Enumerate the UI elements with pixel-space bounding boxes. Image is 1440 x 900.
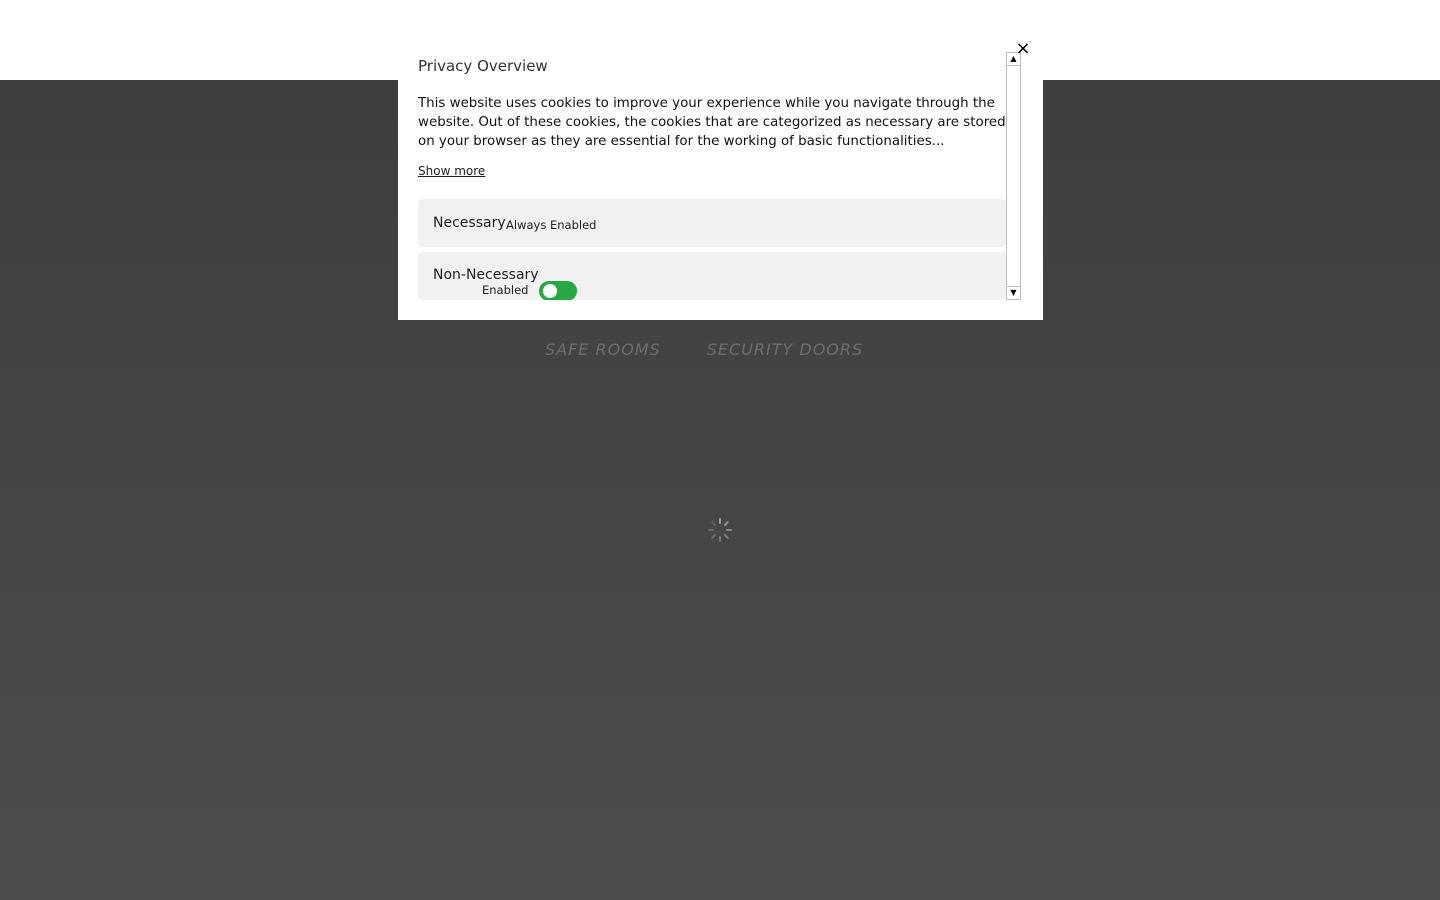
modal-title: Privacy Overview bbox=[418, 57, 548, 75]
non-necessary-toggle[interactable] bbox=[539, 281, 577, 300]
toggle-label: Enabled bbox=[482, 283, 529, 297]
category-name: Necessary bbox=[433, 215, 506, 231]
toggle-knob bbox=[543, 284, 557, 298]
nav-link-security-doors[interactable]: SECURITY DOORS bbox=[707, 340, 863, 359]
category-name: Non-Necessary bbox=[433, 267, 539, 283]
category-necessary[interactable]: Necessary Always Enabled bbox=[418, 199, 1006, 247]
nav-link-safe-rooms[interactable]: SAFE ROOMS bbox=[545, 340, 661, 359]
modal-scrollbar[interactable]: ▲ ▼ bbox=[1006, 52, 1021, 300]
arrow-down-icon[interactable]: ▼ bbox=[1007, 286, 1020, 299]
always-enabled-badge: Always Enabled bbox=[506, 218, 597, 232]
close-icon[interactable]: × bbox=[1015, 40, 1031, 58]
main-nav: SAFE ROOMS SECURITY DOORS bbox=[545, 340, 863, 359]
show-more-link[interactable]: Show more bbox=[418, 164, 485, 178]
modal-body: Privacy Overview This website uses cooki… bbox=[418, 43, 1006, 300]
category-non-necessary[interactable]: Non-Necessary Enabled bbox=[418, 252, 1006, 300]
modal-description: This website uses cookies to improve you… bbox=[418, 96, 1006, 149]
privacy-modal: Privacy Overview This website uses cooki… bbox=[398, 43, 1043, 320]
loading-spinner-icon bbox=[708, 518, 732, 542]
